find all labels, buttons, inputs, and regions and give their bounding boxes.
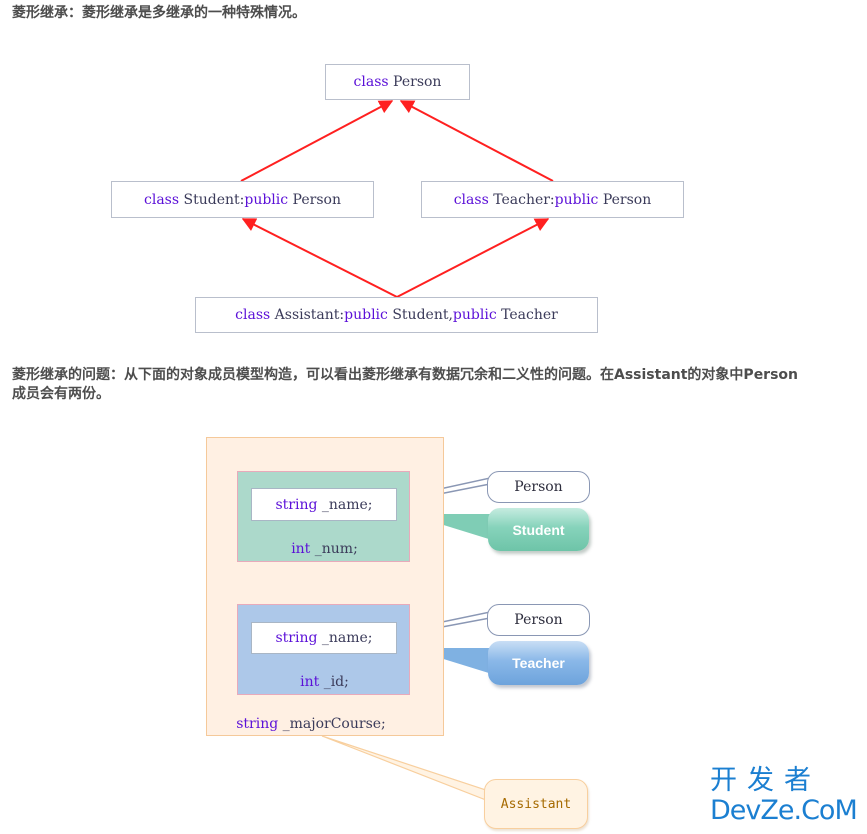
field-name: _id; — [319, 674, 349, 690]
arrow-assistant-to-student — [241, 218, 398, 298]
callout-label: Teacher — [512, 655, 565, 671]
watermark-cn: 开发者 — [710, 765, 821, 796]
assistant-object: string _name; int _num; string _name; in… — [206, 437, 444, 736]
class-person-box: class Person — [325, 64, 470, 100]
callout-label: Person — [514, 479, 563, 495]
base-class: Person — [598, 191, 652, 208]
keyword: class — [453, 191, 489, 208]
field-name: _name; — [317, 496, 373, 513]
class-name: Assistant: — [270, 307, 345, 323]
arrow-teacher-to-person — [399, 100, 554, 182]
base-class: Student, — [387, 307, 453, 323]
arrow-assistant-to-teacher — [396, 218, 550, 298]
problem-description: 菱形继承的问题：从下面的对象成员模型构造，可以看出菱形继承有数据冗余和二义性的问… — [12, 367, 799, 402]
callout-label: Student — [512, 521, 565, 538]
field-type: string — [275, 496, 318, 513]
field-type: string — [275, 630, 318, 646]
base-class: Person — [288, 191, 341, 208]
callout-label: Assistant — [500, 796, 572, 812]
watermark-logo: 开发者 DevZe.CoM — [710, 765, 858, 826]
keyword: class — [353, 74, 389, 90]
teacher-name-field: string _name; — [251, 622, 397, 654]
teacher-id-field: int _id; — [238, 674, 411, 690]
keyword: public — [452, 307, 497, 323]
class-name: Teacher: — [488, 191, 555, 208]
base-class: Teacher — [496, 307, 558, 323]
keyword: class — [235, 307, 271, 323]
major-course-field: string _majorCourse; — [207, 716, 415, 732]
callout-person-1: Person — [487, 471, 590, 503]
class-student-box: class Student:public Person — [111, 181, 374, 218]
callout-person-2: Person — [487, 604, 590, 636]
keyword: public — [344, 307, 388, 323]
callout-student: Student — [488, 508, 589, 551]
student-name-field: string _name; — [251, 488, 397, 521]
callout-label: Person — [514, 612, 563, 628]
keyword: public — [554, 191, 599, 208]
keyword: public — [244, 191, 289, 208]
field-type: string — [236, 716, 279, 732]
student-num-field: int _num; — [238, 541, 411, 557]
field-type: int — [291, 541, 311, 557]
keyword: class — [144, 191, 180, 208]
teacher-subobject: string _name; int _id; — [237, 604, 410, 695]
field-name: _name; — [317, 630, 373, 646]
class-assistant-box: class Assistant:public Student,public Te… — [195, 297, 598, 333]
field-name: _majorCourse; — [278, 716, 386, 732]
arrow-student-to-person — [240, 100, 394, 182]
field-type: int — [300, 674, 320, 690]
student-subobject: string _name; int _num; — [237, 471, 410, 562]
class-name: Person — [388, 74, 442, 90]
field-name: _num; — [310, 541, 358, 557]
watermark-en: DevZe.CoM — [710, 795, 858, 826]
class-teacher-box: class Teacher:public Person — [421, 181, 684, 218]
callout-teacher: Teacher — [488, 641, 589, 685]
callout-assistant: Assistant — [484, 779, 588, 829]
class-name: Student: — [179, 191, 245, 208]
callout-pointer-assistant — [321, 735, 487, 801]
